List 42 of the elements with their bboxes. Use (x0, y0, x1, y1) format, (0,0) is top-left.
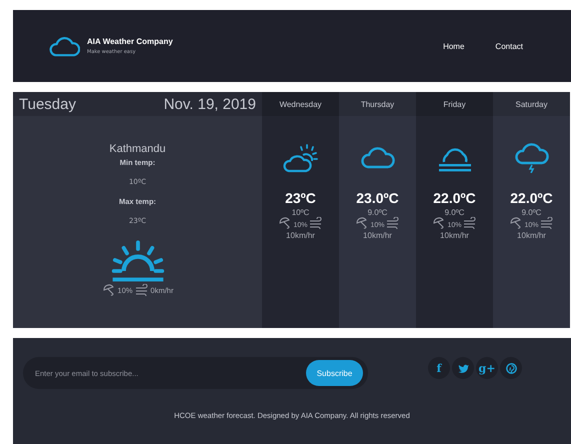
high-temp: 22.0ºC (510, 190, 553, 206)
day-name: Tuesday (19, 96, 76, 112)
low-temp: 9.0ºC (522, 208, 542, 217)
social-link[interactable] (452, 357, 474, 379)
umbrella-icon (509, 217, 524, 229)
nav-link[interactable]: Home (443, 42, 464, 50)
low-temp: 9.0ºC (368, 208, 388, 217)
high-temp: 23ºC (285, 190, 316, 206)
forecast-day: Thursday (339, 92, 416, 116)
umbrella-icon (278, 217, 292, 229)
social-link[interactable] (500, 357, 522, 379)
wind-icon (308, 217, 322, 229)
wind-speed: 10km/hr (286, 231, 315, 240)
cloud-logo-icon (48, 35, 80, 57)
social-link[interactable]: g+ (476, 357, 498, 379)
city-name: Kathmandu (109, 143, 166, 155)
wind-speed: 10km/hr (440, 231, 469, 240)
umbrella-icon (355, 217, 370, 229)
wind-icon (540, 217, 554, 229)
subscribe-button[interactable]: Subscribe (306, 360, 363, 386)
umbrella-icon (102, 284, 116, 296)
wind-icon (386, 217, 400, 229)
forecast-day: Wednesday (262, 92, 339, 116)
forecast-day: Saturday (493, 92, 570, 116)
bird-icon (458, 364, 468, 372)
low-temp: 9.0ºC (444, 208, 464, 217)
wind-icon (462, 217, 476, 229)
wind-icon (134, 284, 149, 296)
wind-speed: 10km/hr (517, 231, 546, 240)
high-temp: 22.0ºC (433, 190, 476, 206)
nav-link[interactable]: Contact (495, 42, 523, 50)
social-link[interactable]: f (428, 357, 450, 379)
date-text: Nov. 19, 2019 (164, 96, 256, 112)
thunder-cloud-icon (514, 143, 550, 173)
company-name: AIA Weather Company (87, 37, 173, 46)
forecast-day: Friday (416, 92, 493, 116)
high-temp: 23.0ºC (356, 190, 399, 206)
umbrella-icon (432, 217, 446, 229)
sunrise-icon (110, 238, 166, 282)
sun-and-cloud-icon (282, 143, 318, 173)
wind-speed: 10km/hr (363, 231, 392, 240)
low-temp: 10ºC (292, 208, 310, 217)
